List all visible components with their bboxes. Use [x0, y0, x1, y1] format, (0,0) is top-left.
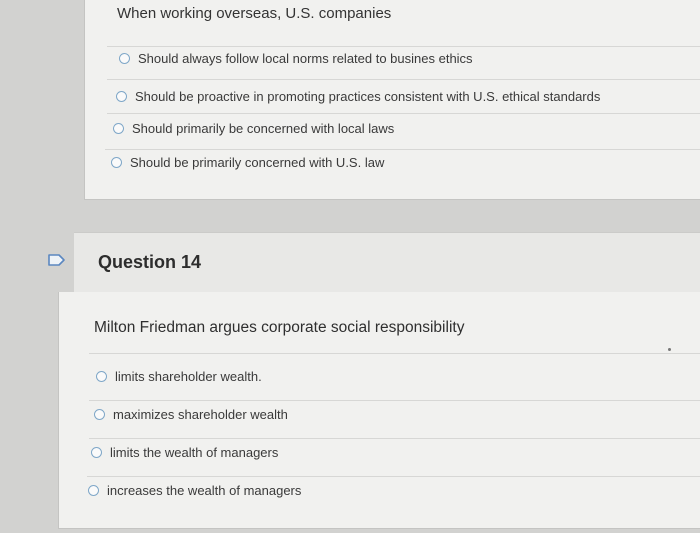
radio-button[interactable] — [119, 53, 130, 64]
divider — [89, 438, 700, 439]
option-label: Should be proactive in promoting practic… — [135, 89, 601, 104]
option-label: maximizes shareholder wealth — [113, 407, 288, 422]
divider — [87, 476, 700, 477]
question-14-option-1[interactable]: limits shareholder wealth. — [96, 369, 262, 384]
question-13-card: When working overseas, U.S. companies Sh… — [84, 0, 700, 200]
divider — [107, 46, 700, 47]
option-label: increases the wealth of managers — [107, 483, 302, 498]
divider — [105, 149, 700, 150]
question-14-option-3[interactable]: limits the wealth of managers — [91, 445, 278, 460]
question-13-option-4[interactable]: Should be primarily concerned with U.S. … — [111, 155, 384, 170]
question-13-stem: When working overseas, U.S. companies — [117, 5, 392, 22]
radio-button[interactable] — [88, 485, 99, 496]
radio-button[interactable] — [94, 409, 105, 420]
radio-button[interactable] — [116, 91, 127, 102]
option-label: limits shareholder wealth. — [115, 369, 262, 384]
radio-button[interactable] — [96, 371, 107, 382]
question-14-header: Question 14 — [74, 232, 700, 294]
flag-question-icon[interactable] — [48, 254, 66, 266]
question-13-option-3[interactable]: Should primarily be concerned with local… — [113, 121, 394, 136]
question-13-option-2[interactable]: Should be proactive in promoting practic… — [116, 89, 600, 104]
option-label: Should always follow local norms related… — [138, 51, 473, 66]
stray-dot — [668, 348, 671, 351]
divider — [89, 353, 700, 354]
divider — [107, 113, 700, 114]
question-14-stem: Milton Friedman argues corporate social … — [94, 319, 465, 336]
radio-button[interactable] — [91, 447, 102, 458]
option-label: Should be primarily concerned with U.S. … — [130, 155, 385, 170]
divider — [107, 79, 700, 80]
option-label: Should primarily be concerned with local… — [132, 121, 395, 136]
question-14-option-2[interactable]: maximizes shareholder wealth — [94, 407, 288, 422]
question-13-option-1[interactable]: Should always follow local norms related… — [119, 51, 473, 66]
radio-button[interactable] — [111, 157, 122, 168]
divider — [89, 400, 700, 401]
option-label: limits the wealth of managers — [110, 445, 279, 460]
question-14-option-4[interactable]: increases the wealth of managers — [88, 483, 301, 498]
question-14-body: Milton Friedman argues corporate social … — [58, 292, 700, 529]
question-title: Question 14 — [98, 252, 202, 272]
radio-button[interactable] — [113, 123, 124, 134]
